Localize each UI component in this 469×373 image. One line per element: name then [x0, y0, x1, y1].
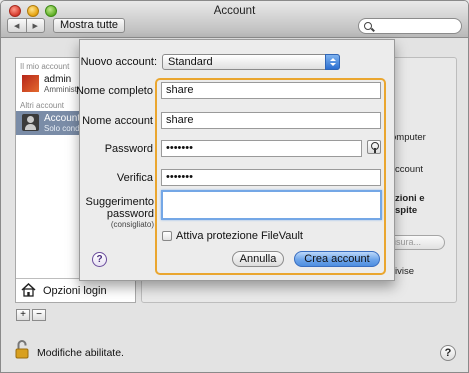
password-field[interactable]: ••••••• [161, 140, 362, 157]
forward-arrow-icon[interactable]: ▶ [25, 19, 45, 32]
search-icon [364, 22, 372, 30]
navigation-buttons: ◀ ▶ [7, 18, 45, 33]
filevault-label: Attiva protezione FileVault [176, 230, 303, 242]
account-type-popup[interactable]: Standard [162, 54, 340, 70]
house-icon [21, 283, 36, 297]
background-text: ivise [395, 266, 415, 277]
full-name-label: Nome completo [75, 85, 153, 97]
title-bar: Account ◀ ▶ Mostra tutte [1, 1, 468, 38]
help-button[interactable]: ? [440, 345, 456, 361]
popup-arrows-icon [325, 54, 340, 70]
account-name-label: Nome account [82, 115, 153, 127]
background-text: spite [395, 205, 418, 216]
account-role: Amministr [44, 85, 80, 94]
back-arrow-icon[interactable]: ◀ [8, 19, 26, 32]
preferences-window: Account ◀ ▶ Mostra tutte Il mio account … [0, 0, 469, 373]
full-name-field[interactable]: share [161, 82, 381, 99]
login-options-item[interactable]: Opzioni login [16, 278, 135, 302]
new-account-sheet: Nuovo account: Standard Nome completo sh… [75, 39, 395, 281]
hint-label: Suggerimento [85, 196, 155, 208]
account-name-field[interactable]: share [161, 112, 381, 129]
background-button: isura... [387, 235, 445, 250]
password-label: Password [104, 143, 153, 155]
create-account-button[interactable]: Crea account [294, 251, 380, 267]
hint-label-recommended: (consigliato) [110, 220, 154, 229]
unlocked-padlock-icon[interactable] [15, 340, 30, 359]
lock-status-text: Modifiche abilitate. [37, 347, 124, 359]
user-silhouette-icon [22, 114, 39, 131]
search-field[interactable] [358, 18, 462, 34]
sheet-help-button[interactable]: ? [92, 252, 107, 267]
background-text: zioni e [395, 193, 425, 204]
background-text: omputer [391, 132, 426, 143]
group-label-other-accounts: Altri account [20, 101, 65, 110]
password-assistant-key-icon[interactable] [367, 140, 381, 154]
filevault-checkbox[interactable] [162, 231, 172, 241]
remove-account-button[interactable]: − [32, 309, 46, 321]
account-type-value: Standard [168, 56, 213, 68]
verify-field[interactable]: ••••••• [161, 169, 381, 186]
account-name: Account [44, 113, 81, 124]
background-text: ccount [395, 164, 423, 175]
account-role: Solo cond [44, 124, 80, 133]
show-all-button[interactable]: Mostra tutte [53, 18, 125, 33]
account-name: admin [44, 74, 72, 85]
cancel-button[interactable]: Annulla [232, 251, 284, 267]
group-label-my-account: Il mio account [20, 62, 70, 71]
hint-label-line2: password [106, 208, 154, 220]
verify-label: Verifica [116, 172, 153, 184]
password-hint-field[interactable] [161, 190, 382, 220]
window-title: Account [213, 5, 256, 17]
new-account-label: Nuovo account: [80, 56, 157, 68]
login-options-label: Opzioni login [43, 285, 107, 297]
add-account-button[interactable]: + [16, 309, 30, 321]
admin-avatar [22, 75, 39, 92]
